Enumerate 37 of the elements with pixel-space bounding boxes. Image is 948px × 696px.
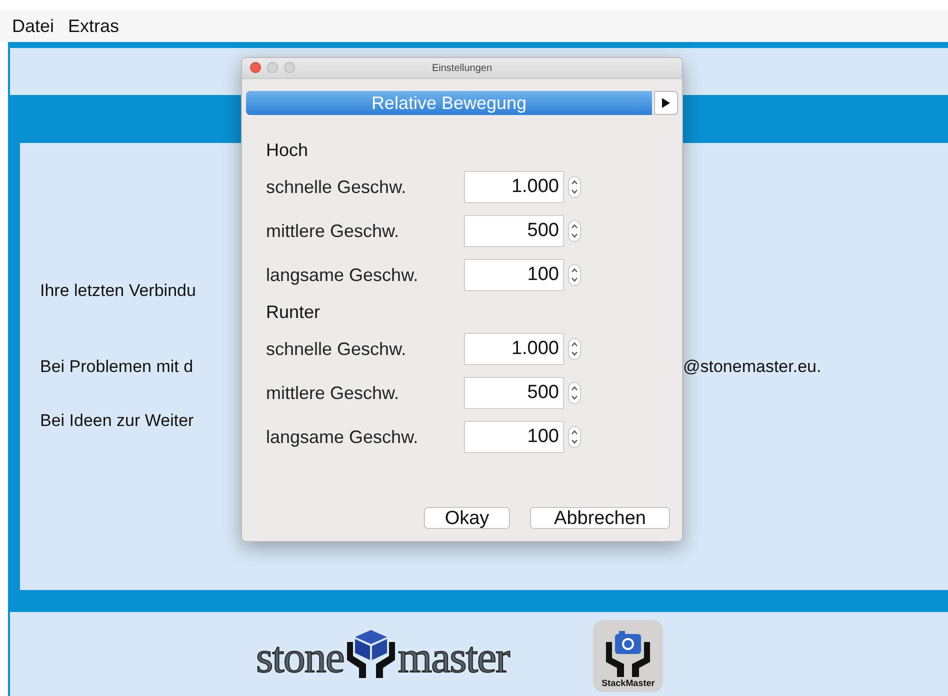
info-text: Ihre letzten Verbindu bbox=[40, 281, 197, 301]
close-icon[interactable] bbox=[250, 62, 261, 73]
info-text: Bei Ideen zur Weiter bbox=[40, 411, 195, 431]
hands-cube-icon bbox=[346, 628, 396, 680]
stepper-icon[interactable] bbox=[568, 264, 581, 286]
field-label: mittlere Geschw. bbox=[266, 220, 400, 242]
number-field[interactable]: 500 bbox=[464, 377, 564, 409]
stepper-icon[interactable] bbox=[568, 176, 581, 198]
number-field[interactable]: 500 bbox=[464, 215, 564, 247]
play-arrow-icon bbox=[662, 98, 670, 108]
app-icon[interactable]: StackMaster bbox=[593, 620, 664, 692]
field-label: langsame Geschw. bbox=[266, 426, 420, 448]
field-label: langsame Geschw. bbox=[266, 264, 420, 286]
dialog-button[interactable]: Abbrechen bbox=[530, 507, 670, 529]
info-text: Bei Problemen mit d bbox=[40, 357, 194, 377]
number-field[interactable]: 1.000 bbox=[464, 171, 564, 203]
field-label: mittlere Geschw. bbox=[266, 382, 400, 404]
stepper-icon[interactable] bbox=[568, 382, 581, 404]
dialog-button[interactable]: Okay bbox=[424, 507, 510, 529]
next-button[interactable] bbox=[654, 91, 678, 115]
number-field[interactable]: 100 bbox=[464, 259, 564, 291]
logo-text: stone bbox=[256, 636, 344, 680]
number-field[interactable]: 100 bbox=[464, 421, 564, 453]
section-heading: Runter bbox=[266, 301, 322, 324]
section-heading: Hoch bbox=[266, 139, 310, 162]
window-title: Einstellungen bbox=[432, 62, 492, 74]
stepper-icon[interactable] bbox=[568, 338, 581, 360]
info-text: @stonemaster.eu. bbox=[683, 357, 822, 377]
app-label: StackMaster bbox=[602, 678, 655, 688]
field-label: schnelle Geschw. bbox=[266, 176, 408, 198]
logo-text: master bbox=[398, 636, 510, 680]
field-label: schnelle Geschw. bbox=[266, 338, 408, 360]
number-field[interactable]: 1.000 bbox=[464, 333, 564, 365]
stepper-icon[interactable] bbox=[568, 426, 581, 448]
menu-item[interactable]: Datei bbox=[12, 16, 54, 36]
stepper-icon[interactable] bbox=[568, 220, 581, 242]
menu-item[interactable]: Extras bbox=[68, 16, 120, 36]
